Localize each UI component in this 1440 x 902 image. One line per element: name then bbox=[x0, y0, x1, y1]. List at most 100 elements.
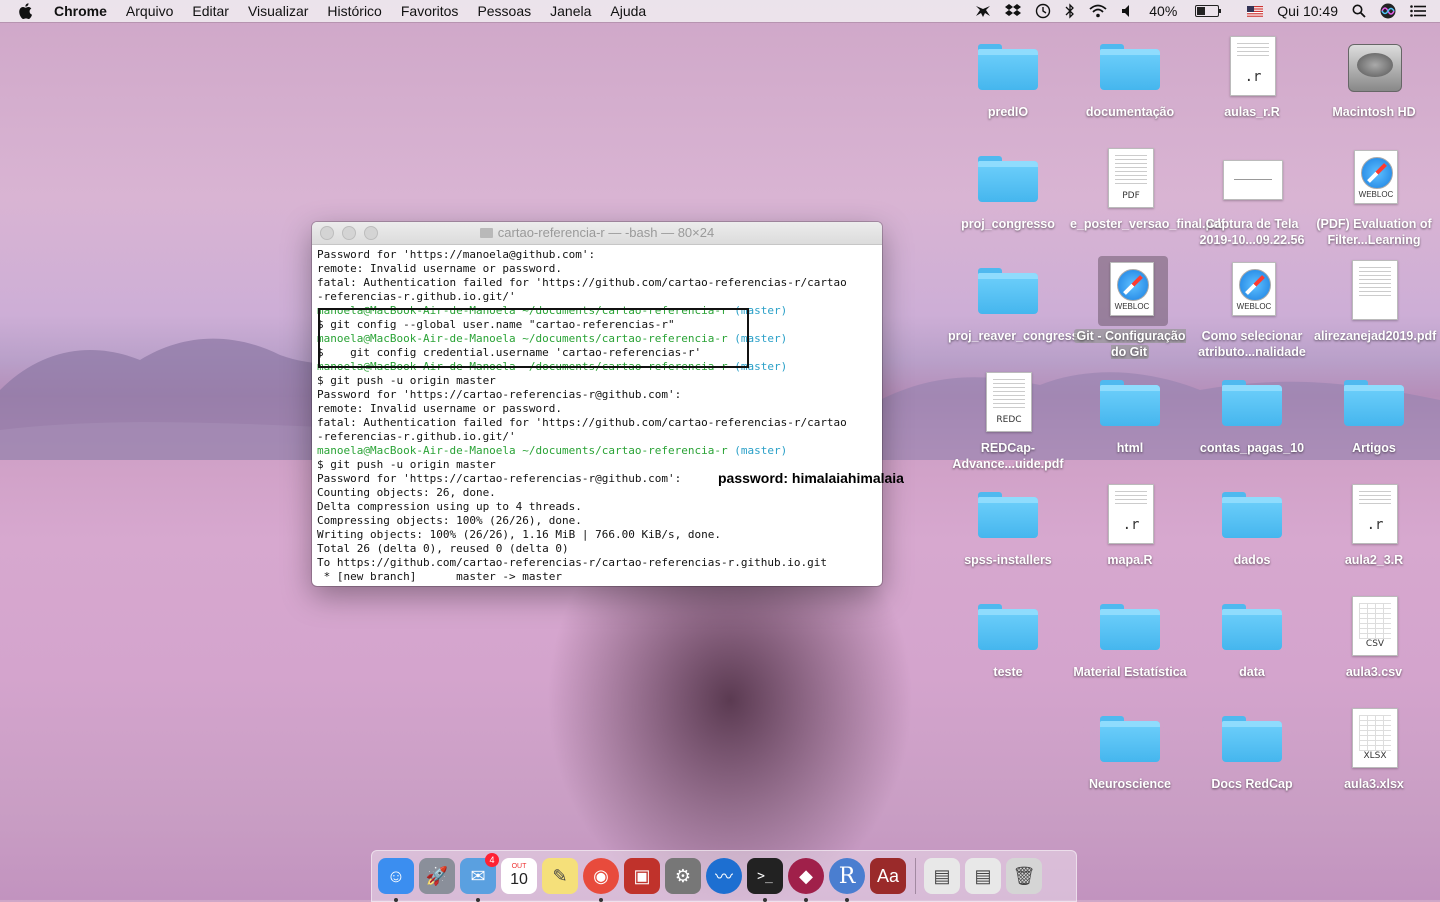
desktop-icon-folder[interactable]: documentação bbox=[1070, 34, 1190, 120]
desktop-icon-folder[interactable]: spss-installers bbox=[948, 482, 1068, 568]
desktop-icon-csv[interactable]: CSV aula3.csv bbox=[1314, 594, 1434, 680]
siri-icon[interactable] bbox=[1380, 3, 1396, 19]
battery-indicator[interactable]: 40% bbox=[1149, 3, 1233, 19]
desktop-icon-folder[interactable]: Neuroscience bbox=[1070, 706, 1190, 792]
desktop-icon-xlsx[interactable]: XLSX aula3.xlsx bbox=[1314, 706, 1434, 792]
desktop-icon-folder[interactable]: proj_reaver_congresso bbox=[948, 258, 1086, 344]
desktop-icon-pdf[interactable]: alirezanejad2019.pdf bbox=[1314, 258, 1436, 344]
desktop-icon-label: Neuroscience bbox=[1070, 776, 1190, 792]
dock-trash-icon[interactable]: 🗑 bbox=[1006, 858, 1042, 894]
us-flag-icon[interactable] bbox=[1247, 5, 1264, 17]
desktop-icon-folder[interactable]: html bbox=[1070, 370, 1190, 456]
xlsx-file-icon: XLSX bbox=[1342, 706, 1406, 770]
csv-file-icon: CSV bbox=[1342, 594, 1406, 658]
desktop-icon-webloc[interactable]: WEBLOC (PDF) Evaluation of Filter...Learn… bbox=[1314, 146, 1434, 248]
bluetooth-icon[interactable] bbox=[1065, 3, 1075, 19]
dock-mail-icon[interactable]: ✉ 4 bbox=[460, 853, 499, 902]
desktop-icon-label-text: (PDF) Evaluation of Filter...Learning bbox=[1316, 217, 1432, 247]
menu-visualizar[interactable]: Visualizar bbox=[248, 3, 308, 19]
desktop-icon-label-text: html bbox=[1116, 441, 1144, 455]
terminal-line: * [new branch] master -> master bbox=[317, 570, 563, 583]
dock-chrome-icon[interactable]: ◉ bbox=[583, 858, 619, 902]
status-area: 40% Qui 10:49 bbox=[975, 0, 1440, 22]
desktop-icon-label-text: aula2_3.R bbox=[1344, 553, 1404, 567]
clock[interactable]: Qui 10:49 bbox=[1277, 3, 1338, 19]
desktop-icon-image[interactable]: Captura de Tela 2019-10...09.22.56 bbox=[1192, 146, 1312, 248]
folder-icon bbox=[976, 594, 1040, 658]
desktop-icon-label: spss-installers bbox=[948, 552, 1068, 568]
desktop-icon-folder[interactable]: Artigos bbox=[1314, 370, 1434, 456]
menu-favoritos[interactable]: Favoritos bbox=[401, 3, 459, 19]
desktop-icon-folder[interactable]: Docs RedCap bbox=[1192, 706, 1312, 792]
desktop-icon-folder[interactable]: predIO bbox=[948, 34, 1068, 120]
desktop-icon-r-file[interactable]: .r aulas_r.R bbox=[1192, 34, 1312, 120]
desktop-icon-pdf[interactable]: REDC REDCap-Advance...uide.pdf bbox=[948, 370, 1068, 472]
desktop-icon-folder[interactable]: data bbox=[1192, 594, 1312, 680]
hard-drive-icon bbox=[1342, 34, 1406, 98]
volume-icon[interactable] bbox=[1121, 4, 1135, 18]
desktop-icon-webloc[interactable]: WEBLOC Git - Configuração do Git bbox=[1070, 256, 1190, 360]
terminal-line: Writing objects: 100% (26/26), 1.16 MiB … bbox=[317, 528, 721, 541]
menu-editar[interactable]: Editar bbox=[192, 3, 229, 19]
dock-terminal-icon[interactable]: >_ bbox=[747, 858, 783, 902]
sorting-hat-icon[interactable] bbox=[975, 4, 991, 18]
dock-document-stack-r-icon[interactable]: ▤ bbox=[924, 858, 960, 894]
desktop-icon-folder[interactable]: contas_pagas_10 bbox=[1192, 370, 1312, 456]
dock-stickies-icon[interactable]: ✎ bbox=[542, 858, 578, 894]
desktop-icon-label: e_poster_versao_final.pdf bbox=[1070, 216, 1225, 232]
desktop-icon-label: proj_congresso bbox=[948, 216, 1068, 232]
desktop-icon-label-text: dados bbox=[1233, 553, 1271, 567]
desktop-icon-label-text: documentação bbox=[1085, 105, 1175, 119]
desktop-icon-folder[interactable]: Material Estatística bbox=[1070, 594, 1190, 680]
desktop-icon-label-text: Material Estatística bbox=[1073, 665, 1187, 679]
desktop-icon-pdf[interactable]: PDF e_poster_versao_final.pdf bbox=[1070, 146, 1225, 232]
desktop-icon-drive[interactable]: Macintosh HD bbox=[1314, 34, 1434, 120]
terminal-output[interactable]: Password for 'https://manoela@github.com… bbox=[312, 245, 882, 586]
desktop-icon-webloc[interactable]: WEBLOC Como selecionar atributo...nalidad… bbox=[1192, 258, 1312, 360]
dropbox-icon[interactable] bbox=[1005, 4, 1022, 18]
terminal-prompt-line: manoela@MacBook-Air-de-Manoela ~/documen… bbox=[317, 444, 788, 457]
terminal-line: remote: Invalid username or password. bbox=[317, 262, 563, 275]
dock-openoffice-icon[interactable]: 〰 bbox=[706, 858, 742, 894]
desktop-icon-folder[interactable]: dados bbox=[1192, 482, 1312, 568]
dock-document-stack-chrome-icon[interactable]: ▤ bbox=[965, 858, 1001, 894]
dock-finder-icon[interactable]: ☺ bbox=[378, 858, 414, 902]
spotlight-search-icon[interactable] bbox=[1352, 4, 1366, 18]
desktop-icon-label: contas_pagas_10 bbox=[1192, 440, 1312, 456]
desktop-icon-r-file[interactable]: .r aula2_3.R bbox=[1314, 482, 1434, 568]
dock-dictionary-icon[interactable]: Aa bbox=[870, 858, 906, 894]
desktop-icon-folder[interactable]: proj_congresso bbox=[948, 146, 1068, 232]
menu-app-chrome[interactable]: Chrome bbox=[54, 3, 107, 19]
terminal-titlebar[interactable]: cartao-referencia-r — -bash — 80×24 bbox=[312, 222, 882, 245]
dock-calendar-icon[interactable]: OUT 10 bbox=[501, 858, 537, 894]
dock-launchpad-icon[interactable]: 🚀 bbox=[419, 858, 455, 894]
menu-historico[interactable]: Histórico bbox=[327, 3, 381, 19]
time-machine-icon[interactable] bbox=[1035, 3, 1051, 19]
apple-icon[interactable] bbox=[18, 3, 38, 19]
terminal-line: Delta compression using up to 4 threads. bbox=[317, 500, 582, 513]
menu-janela[interactable]: Janela bbox=[550, 3, 591, 19]
terminal-line: Counting objects: 26, done. bbox=[317, 486, 496, 499]
safari-webloc-icon: WEBLOC bbox=[1342, 146, 1406, 210]
menu-pessoas[interactable]: Pessoas bbox=[477, 3, 531, 19]
dock-system-preferences-icon[interactable]: ⚙ bbox=[665, 858, 701, 894]
desktop-icon-r-file[interactable]: .r mapa.R bbox=[1070, 482, 1190, 568]
desktop-icon-label-text: mapa.R bbox=[1107, 553, 1153, 567]
terminal-window[interactable]: cartao-referencia-r — -bash — 80×24 Pass… bbox=[312, 222, 882, 586]
dock-r-app-icon[interactable]: R bbox=[829, 858, 865, 902]
desktop-icon-folder[interactable]: teste bbox=[948, 594, 1068, 680]
menu-ajuda[interactable]: Ajuda bbox=[610, 3, 646, 19]
desktop-icon-label: aula3.xlsx bbox=[1314, 776, 1434, 792]
dock-rar-icon[interactable]: ◆ bbox=[788, 858, 824, 902]
folder-icon bbox=[1098, 34, 1162, 98]
desktop-icon-label: aulas_r.R bbox=[1192, 104, 1312, 120]
desktop-icon-label-text: proj_congresso bbox=[961, 217, 1055, 231]
folder-icon bbox=[976, 482, 1040, 546]
notification-center-icon[interactable] bbox=[1410, 5, 1426, 17]
menu-arquivo[interactable]: Arquivo bbox=[126, 3, 173, 19]
folder-icon bbox=[1098, 594, 1162, 658]
wifi-icon[interactable] bbox=[1089, 4, 1107, 18]
dock-glyph: ▣ bbox=[633, 865, 651, 886]
menu-bar: Chrome Arquivo Editar Visualizar Históri… bbox=[0, 0, 1440, 22]
dock-photo-booth-icon[interactable]: ▣ bbox=[624, 858, 660, 894]
